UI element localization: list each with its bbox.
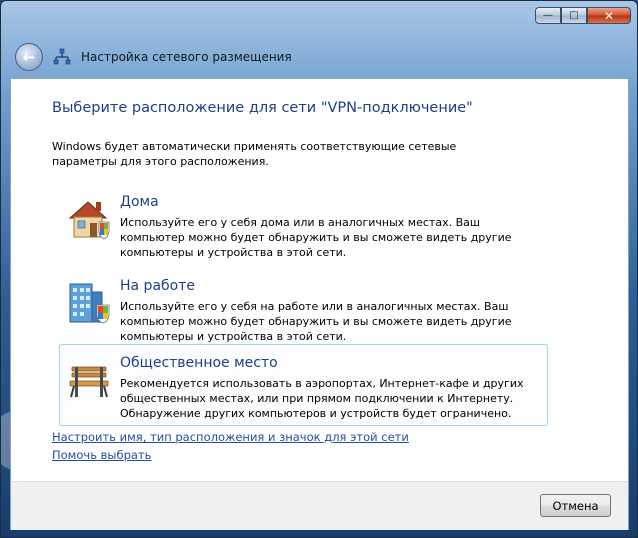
park-bench-icon [69, 366, 109, 398]
office-building-icon [69, 283, 110, 324]
option-public[interactable]: Общественное место Рекомендуется использ… [59, 344, 548, 426]
network-icon [53, 48, 71, 65]
help-choose-link[interactable]: Помочь выбрать [52, 448, 151, 462]
page-description: Windows будет автоматически применять со… [52, 140, 457, 168]
caption-buttons: — □ ✕ [535, 7, 631, 24]
option-home-description: Используйте его у себя дома или в аналог… [120, 216, 512, 259]
option-home[interactable]: Дома Используйте его у себя дома или в а… [59, 183, 548, 265]
cancel-button[interactable]: Отмена [540, 494, 611, 517]
option-work[interactable]: На работе Используйте его у себя на рабо… [59, 267, 548, 349]
close-button[interactable]: ✕ [587, 7, 631, 24]
dialog-content: Выберите расположение для сети "VPN-подк… [10, 78, 629, 530]
customize-network-link[interactable]: Настроить имя, тип расположения и значок… [52, 430, 409, 444]
option-work-description: Используйте его у себя на работе или в а… [120, 300, 512, 343]
option-home-title: Дома [120, 194, 159, 210]
back-button[interactable]: ← [15, 43, 43, 71]
window-frame: — □ ✕ ← Настройка сетевого размещения Вы… [0, 0, 638, 538]
dialog-footer: Отмена [11, 481, 628, 530]
title-bar: ← Настройка сетевого размещения [15, 41, 292, 73]
option-public-description: Рекомендуется использовать в аэропортах,… [120, 377, 524, 420]
window-title: Настройка сетевого размещения [81, 50, 292, 64]
maximize-button[interactable]: □ [561, 7, 587, 24]
home-icon [68, 201, 110, 240]
option-public-title: Общественное место [120, 355, 278, 371]
option-work-title: На работе [120, 278, 195, 294]
minimize-button[interactable]: — [535, 7, 561, 24]
back-arrow-icon: ← [22, 48, 36, 66]
main-area: Выберите расположение для сети "VPN-подк… [11, 79, 628, 481]
page-heading: Выберите расположение для сети "VPN-подк… [52, 100, 473, 116]
